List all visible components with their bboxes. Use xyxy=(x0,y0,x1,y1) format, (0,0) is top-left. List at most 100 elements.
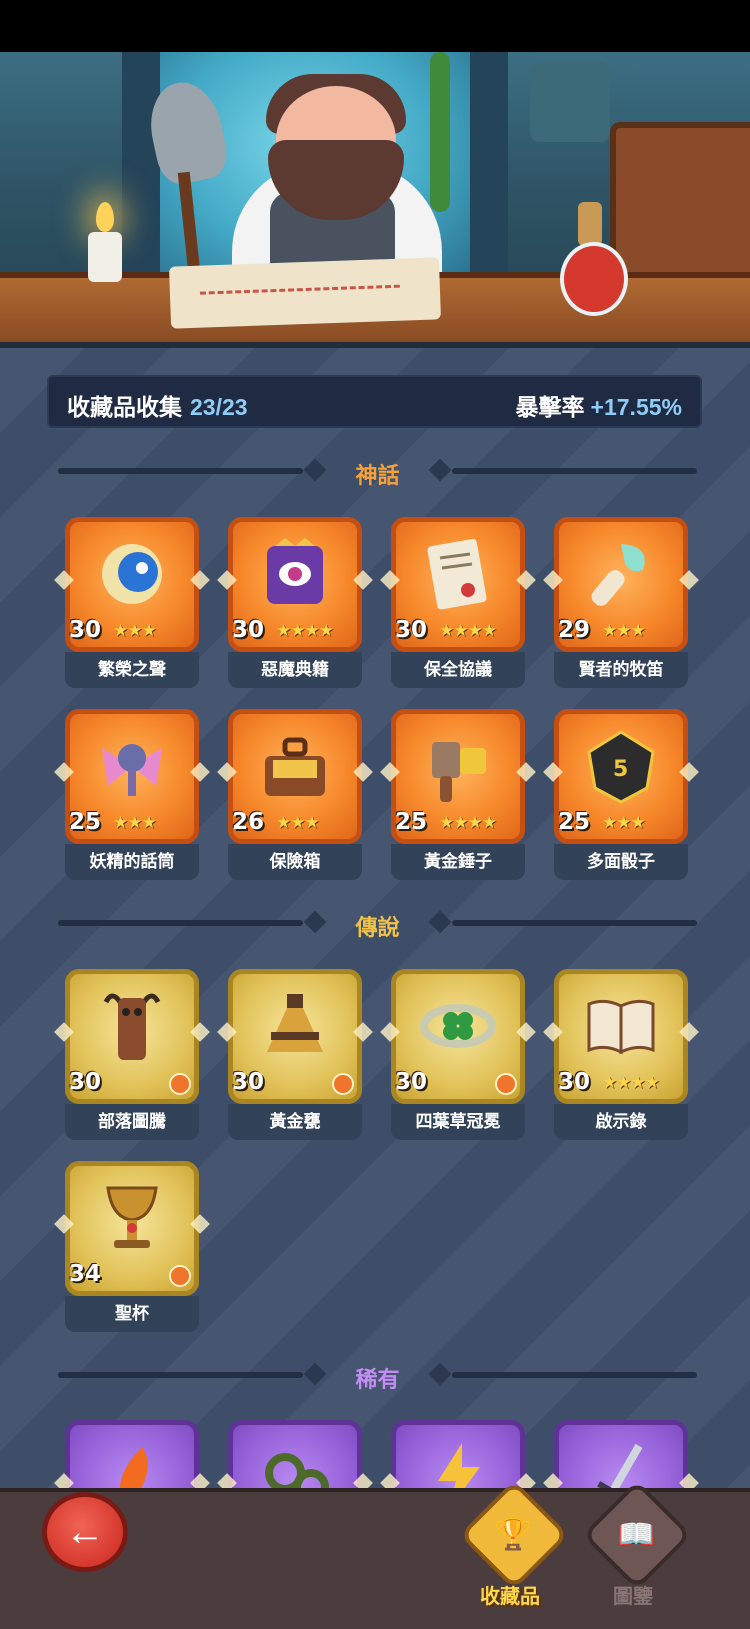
open-book-icon xyxy=(574,983,668,1069)
item-level: 30 xyxy=(395,1069,428,1095)
section-title-legendary: 傳說 xyxy=(355,915,400,940)
crit-rate: 暴擊率 +17.55% xyxy=(516,388,682,422)
section-header-rare: 稀有 xyxy=(50,1358,705,1394)
item-card-polyhedral-dice[interactable]: 5 25 ★★★ 多面骰子 xyxy=(543,709,699,889)
pillar xyxy=(122,52,160,302)
item-stars: ★★★★ xyxy=(439,813,497,832)
item-stars: ★★★ xyxy=(602,813,646,832)
item-card-holy-grail[interactable]: 34 聖杯 xyxy=(54,1161,210,1341)
item-card-tribal-totem[interactable]: 30 部落圖騰 xyxy=(54,969,210,1149)
back-button[interactable]: ← xyxy=(42,1492,128,1572)
item-card-fairy-microphone[interactable]: 25 ★★★ 妖精的話筒 xyxy=(54,709,210,889)
item-card-clover-crown[interactable]: 30 四葉草冠冕 xyxy=(380,969,536,1149)
item-level: 26 xyxy=(232,809,265,835)
tab-collection[interactable]: 🏆 收藏品 xyxy=(458,1479,570,1608)
item-level: 25 xyxy=(558,809,591,835)
item-card-safe-box[interactable]: 26 ★★★ 保險箱 xyxy=(217,709,373,889)
tab-encyclopedia[interactable]: 📖 圖鑒 xyxy=(581,1479,693,1608)
collection-count: 23/23 xyxy=(190,394,248,420)
item-name: 黃金錘子 xyxy=(391,844,525,880)
collection-summary: 收藏品收集 23/23 暴擊率 +17.55% xyxy=(47,375,702,428)
divider-line xyxy=(452,468,697,474)
collection-label: 收藏品收集 23/23 xyxy=(67,388,248,422)
potion-neck xyxy=(578,202,602,246)
item-level: 30 xyxy=(395,617,428,643)
item-name: 多面骰子 xyxy=(554,844,688,880)
item-name: 部落圖騰 xyxy=(65,1104,199,1140)
item-card-revelation[interactable]: 30 ★★★★ 啟示錄 xyxy=(543,969,699,1149)
treasure-map xyxy=(169,257,441,329)
item-stars: ★★★ xyxy=(113,813,157,832)
item-level: 29 xyxy=(558,617,591,643)
golden-hammer-icon xyxy=(411,723,505,809)
golden-urn-icon xyxy=(248,983,342,1069)
crit-rate-value: +17.55% xyxy=(590,394,682,420)
item-level: 30 xyxy=(69,1069,102,1095)
tab-collection-label: 收藏品 xyxy=(480,1586,540,1608)
demon-book-icon xyxy=(248,531,342,617)
section-header-legendary: 傳說 xyxy=(50,906,705,942)
item-card-golden-urn[interactable]: 30 黃金甕 xyxy=(217,969,373,1149)
item-name: 妖精的話筒 xyxy=(65,844,199,880)
item-name: 黃金甕 xyxy=(228,1104,362,1140)
section-title-rare: 稀有 xyxy=(355,1367,400,1392)
book-icon: 📖 xyxy=(581,1479,693,1591)
moon-spirit-icon xyxy=(85,531,179,617)
item-stars: ★★★★ xyxy=(602,1073,660,1092)
item-level: 30 xyxy=(558,1069,591,1095)
item-card-prosperity-voice[interactable]: 30 ★★★ 繁榮之聲 xyxy=(54,517,210,697)
item-stars: ★★★ xyxy=(113,621,157,640)
candle-icon xyxy=(88,232,122,282)
treasure-chest-icon xyxy=(248,723,342,809)
item-card-demon-tome[interactable]: 30 ★★★★ 惡魔典籍 xyxy=(217,517,373,697)
collection-title: 收藏品收集 xyxy=(67,394,182,420)
item-level: 25 xyxy=(395,809,428,835)
item-name: 惡魔典籍 xyxy=(228,652,362,688)
star-badge-icon xyxy=(332,1073,354,1095)
totem-icon xyxy=(85,983,179,1069)
crit-rate-label: 暴擊率 xyxy=(515,394,585,420)
clover-crown-icon xyxy=(411,983,505,1069)
section-header-mythic: 神話 xyxy=(50,454,705,490)
status-bar xyxy=(0,0,750,52)
item-level: 30 xyxy=(232,617,265,643)
item-name: 啟示錄 xyxy=(554,1104,688,1140)
dice-icon: 5 xyxy=(574,723,668,809)
feather-flute-icon xyxy=(574,531,668,617)
item-stars: ★★★★ xyxy=(276,621,334,640)
item-card-sage-flute[interactable]: 29 ★★★ 賢者的牧笛 xyxy=(543,517,699,697)
item-stars: ★★★ xyxy=(276,813,320,832)
potion-icon xyxy=(560,242,628,316)
item-name: 保險箱 xyxy=(228,844,362,880)
book-glyph: 📖 xyxy=(618,1518,656,1552)
back-arrow-icon: ← xyxy=(65,1509,105,1554)
item-level: 25 xyxy=(69,809,102,835)
vine-decoration xyxy=(430,52,450,212)
candle-flame-icon xyxy=(96,202,114,232)
item-stars: ★★★ xyxy=(602,621,646,640)
pillar xyxy=(470,52,508,302)
item-name: 保全協議 xyxy=(391,652,525,688)
collection-icon: 🏆 xyxy=(458,1479,570,1591)
svg-text:5: 5 xyxy=(613,757,628,782)
section-title-mythic: 神話 xyxy=(355,463,400,488)
shopkeeper-banner xyxy=(0,52,750,348)
item-level: 30 xyxy=(69,617,102,643)
scroll-contract-icon xyxy=(411,531,505,617)
item-level: 34 xyxy=(69,1261,102,1287)
collection-glyph: 🏆 xyxy=(495,1518,533,1552)
item-name: 聖杯 xyxy=(65,1296,199,1332)
item-name: 繁榮之聲 xyxy=(65,652,199,688)
item-card-golden-hammer[interactable]: 25 ★★★★ 黃金錘子 xyxy=(380,709,536,889)
item-level: 30 xyxy=(232,1069,265,1095)
chalice-icon xyxy=(85,1175,179,1261)
item-stars: ★★★★ xyxy=(439,621,497,640)
divider-line xyxy=(452,920,697,926)
star-badge-icon xyxy=(169,1073,191,1095)
tab-encyclopedia-label: 圖鑒 xyxy=(613,1586,653,1608)
star-badge-icon xyxy=(169,1265,191,1287)
item-card-security-protocol[interactable]: 30 ★★★★ 保全協議 xyxy=(380,517,536,697)
totem-decoration xyxy=(530,62,610,142)
item-name: 賢者的牧笛 xyxy=(554,652,688,688)
item-name: 四葉草冠冕 xyxy=(391,1104,525,1140)
